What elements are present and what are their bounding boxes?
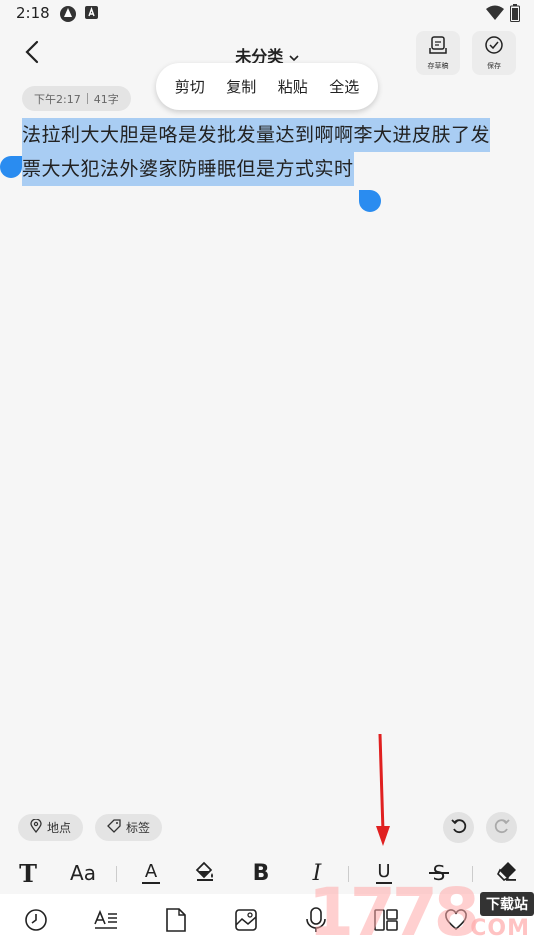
- word-count: 41字: [93, 92, 119, 106]
- draft-icon: [428, 35, 448, 59]
- text-context-menu: 剪切 复制 粘贴 全选: [156, 63, 378, 110]
- highlight-button[interactable]: [192, 858, 218, 888]
- location-chip[interactable]: 地点: [18, 814, 84, 841]
- save-button[interactable]: 保存: [472, 31, 516, 75]
- watermark-com: COM: [470, 916, 530, 941]
- document-icon: [165, 907, 187, 937]
- status-bar: 2:18: [0, 0, 534, 28]
- watermark-digits: 1778: [308, 874, 480, 950]
- clock-icon: [24, 908, 48, 936]
- text-style-icon: T: [19, 858, 37, 888]
- font-color-button[interactable]: A: [136, 858, 166, 888]
- redo-button[interactable]: [486, 812, 517, 843]
- check-circle-icon: [484, 35, 504, 59]
- cut-button[interactable]: 剪切: [171, 70, 209, 103]
- editor-line-1: 法拉利大大胆是咯是发批发量达到啊啊李大进皮肤了发: [22, 118, 491, 152]
- template-button[interactable]: [160, 906, 192, 938]
- back-button[interactable]: [18, 40, 46, 68]
- note-meta: 下午2:17 41字: [22, 86, 131, 111]
- status-time: 2:18: [16, 4, 50, 22]
- note-time: 下午2:17: [34, 92, 81, 106]
- text-style-button[interactable]: T: [14, 858, 42, 888]
- image-icon: [234, 908, 258, 936]
- copy-button[interactable]: 复制: [222, 70, 260, 103]
- select-all-button[interactable]: 全选: [325, 70, 363, 103]
- font-color-icon: A: [144, 860, 158, 882]
- battery-icon: [510, 4, 520, 26]
- wifi-icon: [486, 5, 504, 25]
- image-button[interactable]: [230, 906, 262, 938]
- undo-button[interactable]: [443, 812, 474, 843]
- text-format-icon: [93, 908, 119, 936]
- font-size-button[interactable]: Aa: [66, 858, 100, 888]
- font-size-icon: Aa: [70, 861, 96, 885]
- app-notification-icon: [58, 4, 78, 28]
- note-editor[interactable]: 法拉利大大胆是咯是发批发量达到啊啊李大进皮肤了发 票大大犯法外婆家防睡眠但是方式…: [22, 118, 502, 186]
- paint-bucket-icon: [194, 860, 216, 886]
- redo-icon: [494, 818, 510, 838]
- location-label: 地点: [47, 821, 72, 835]
- watermark-site: 下载站: [480, 892, 534, 916]
- bold-icon: B: [252, 860, 270, 886]
- editor-line-2: 票大大犯法外婆家防睡眠但是方式实时: [22, 152, 354, 186]
- save-label: 保存: [487, 62, 501, 70]
- save-draft-button[interactable]: 存草稿: [416, 31, 460, 75]
- bold-button[interactable]: B: [248, 858, 274, 888]
- undo-icon: [450, 818, 467, 838]
- tag-chip[interactable]: 标签: [95, 814, 163, 841]
- text-format-button[interactable]: [90, 906, 122, 938]
- paste-button[interactable]: 粘贴: [274, 70, 312, 103]
- meta-divider: [86, 93, 88, 104]
- tag-icon: [107, 819, 121, 836]
- chevron-left-icon: [24, 40, 40, 68]
- save-draft-label: 存草稿: [427, 62, 449, 70]
- location-pin-icon: [30, 818, 42, 836]
- tag-label: 标签: [126, 821, 151, 835]
- keyboard-notification-icon: [84, 4, 100, 24]
- toolbar-divider: [116, 866, 117, 882]
- status-right: [486, 4, 520, 26]
- font-color-swatch: [142, 881, 160, 884]
- watermark: 1778 下载站 COM: [308, 876, 534, 950]
- selection-start-handle[interactable]: [0, 156, 22, 178]
- reminder-button[interactable]: [20, 906, 52, 938]
- selection-end-handle[interactable]: [359, 190, 381, 212]
